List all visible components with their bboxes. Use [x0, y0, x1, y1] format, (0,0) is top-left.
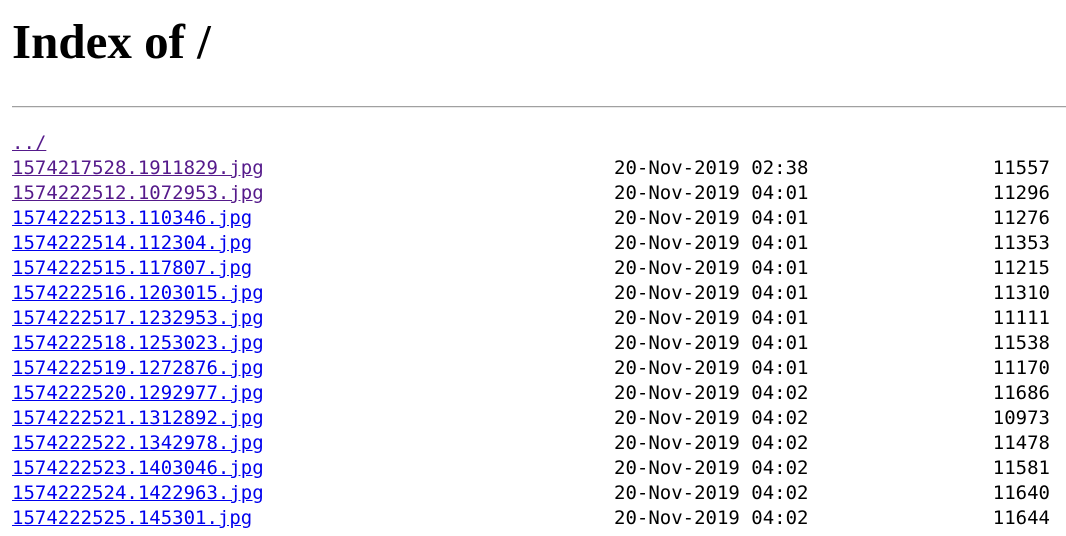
file-modified-date: 20-Nov-2019 04:02 [614, 432, 809, 454]
page-title: Index of / [12, 14, 211, 69]
file-link[interactable]: 1574222519.1272876.jpg [12, 356, 264, 381]
file-link[interactable]: 1574222524.1422963.jpg [12, 481, 264, 506]
parent-directory-link[interactable]: ../ [12, 131, 46, 156]
parent-directory-row: ../ [12, 131, 1066, 156]
file-modified-date: 20-Nov-2019 04:02 [614, 482, 809, 504]
file-size: 11296 [992, 182, 1050, 204]
file-row: 1574222515.117807.jpg 20-Nov-2019 04:01 11… [12, 256, 1066, 281]
file-row: 1574222512.1072953.jpg 20-Nov-2019 04:01 1… [12, 181, 1066, 206]
file-size: 11170 [992, 357, 1050, 379]
divider [12, 106, 1066, 108]
file-size: 11686 [992, 382, 1050, 404]
file-link[interactable]: 1574222525.145301.jpg [12, 506, 252, 531]
file-size: 11640 [992, 482, 1050, 504]
file-size: 11215 [992, 257, 1050, 279]
file-row: 1574222524.1422963.jpg 20-Nov-2019 04:02 1… [12, 481, 1066, 506]
file-row: 1574222517.1232953.jpg 20-Nov-2019 04:01 1… [12, 306, 1066, 331]
file-modified-date: 20-Nov-2019 04:02 [614, 457, 809, 479]
file-row: 1574222523.1403046.jpg 20-Nov-2019 04:02 1… [12, 456, 1066, 481]
file-link[interactable]: 1574222523.1403046.jpg [12, 456, 264, 481]
file-row: 1574222521.1312892.jpg 20-Nov-2019 04:02 1… [12, 406, 1066, 431]
file-modified-date: 20-Nov-2019 04:01 [614, 357, 809, 379]
file-link[interactable]: 1574222513.110346.jpg [12, 206, 252, 231]
file-link[interactable]: 1574222512.1072953.jpg [12, 181, 264, 206]
file-row: 1574222513.110346.jpg 20-Nov-2019 04:01 11… [12, 206, 1066, 231]
file-modified-date: 20-Nov-2019 04:01 [614, 182, 809, 204]
file-size: 11111 [992, 307, 1050, 329]
file-size: 10973 [992, 407, 1050, 429]
file-size: 11581 [992, 457, 1050, 479]
file-link[interactable]: 1574222515.117807.jpg [12, 256, 252, 281]
file-size: 11557 [992, 157, 1050, 179]
file-row: 1574222518.1253023.jpg 20-Nov-2019 04:01 1… [12, 331, 1066, 356]
file-link[interactable]: 1574222516.1203015.jpg [12, 281, 264, 306]
file-modified-date: 20-Nov-2019 04:01 [614, 332, 809, 354]
file-size: 11310 [992, 282, 1050, 304]
file-row: 1574222522.1342978.jpg 20-Nov-2019 04:02 1… [12, 431, 1066, 456]
file-size: 11644 [992, 507, 1050, 529]
file-row: 1574222519.1272876.jpg 20-Nov-2019 04:01 1… [12, 356, 1066, 381]
file-link[interactable]: 1574222522.1342978.jpg [12, 431, 264, 456]
file-size: 11276 [992, 207, 1050, 229]
file-row: 1574217528.1911829.jpg 20-Nov-2019 02:38 1… [12, 156, 1066, 181]
file-row: 1574222514.112304.jpg 20-Nov-2019 04:01 11… [12, 231, 1066, 256]
file-modified-date: 20-Nov-2019 04:01 [614, 232, 809, 254]
file-modified-date: 20-Nov-2019 04:01 [614, 207, 809, 229]
file-size: 11478 [992, 432, 1050, 454]
file-size: 11538 [992, 332, 1050, 354]
file-modified-date: 20-Nov-2019 04:02 [614, 507, 809, 529]
file-row: 1574222516.1203015.jpg 20-Nov-2019 04:01 1… [12, 281, 1066, 306]
file-modified-date: 20-Nov-2019 04:02 [614, 382, 809, 404]
file-link[interactable]: 1574222517.1232953.jpg [12, 306, 264, 331]
file-link[interactable]: 1574222518.1253023.jpg [12, 331, 264, 356]
file-modified-date: 20-Nov-2019 04:02 [614, 407, 809, 429]
file-link[interactable]: 1574217528.1911829.jpg [12, 156, 264, 181]
file-listing: ../ 1574217528.1911829.jpg 20-Nov-2019 02… [12, 131, 1066, 531]
file-link[interactable]: 1574222514.112304.jpg [12, 231, 252, 256]
file-row: 1574222525.145301.jpg 20-Nov-2019 04:02 11… [12, 506, 1066, 531]
file-modified-date: 20-Nov-2019 02:38 [614, 157, 809, 179]
file-row: 1574222520.1292977.jpg 20-Nov-2019 04:02 1… [12, 381, 1066, 406]
file-link[interactable]: 1574222520.1292977.jpg [12, 381, 264, 406]
file-modified-date: 20-Nov-2019 04:01 [614, 282, 809, 304]
file-modified-date: 20-Nov-2019 04:01 [614, 257, 809, 279]
file-rows: 1574217528.1911829.jpg 20-Nov-2019 02:38 1… [12, 156, 1066, 531]
file-size: 11353 [992, 232, 1050, 254]
file-link[interactable]: 1574222521.1312892.jpg [12, 406, 264, 431]
file-modified-date: 20-Nov-2019 04:01 [614, 307, 809, 329]
